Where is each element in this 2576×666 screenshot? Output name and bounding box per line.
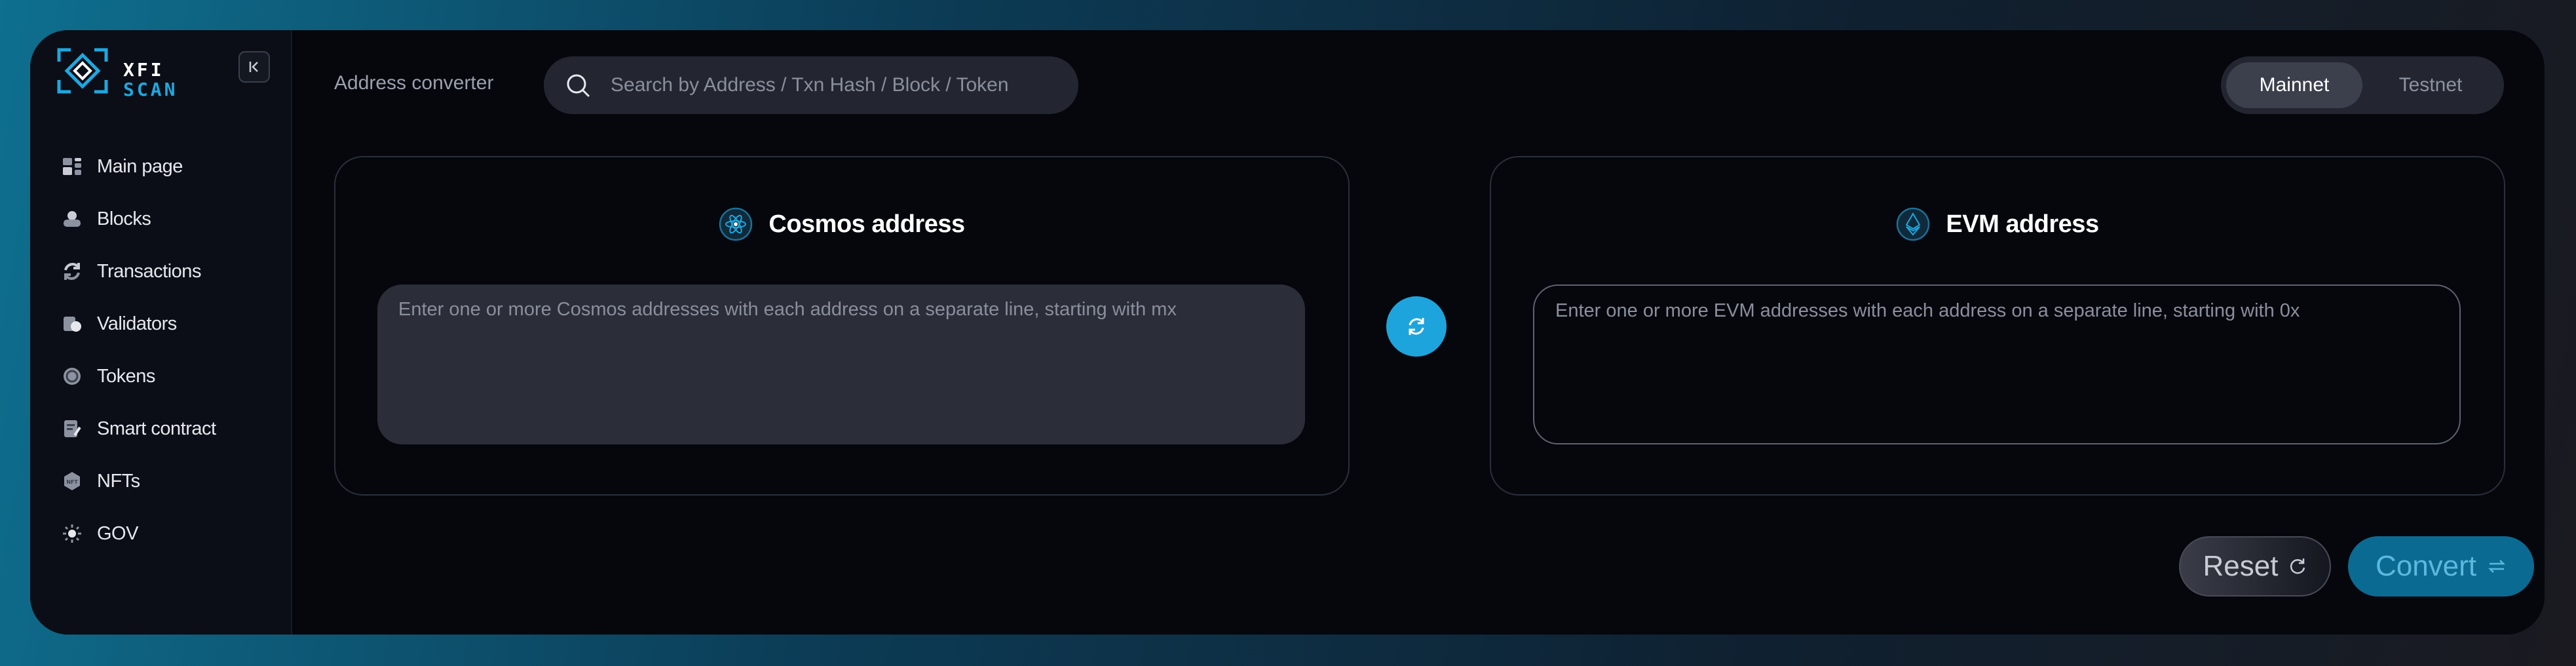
network-toggle: Mainnet Testnet — [2221, 56, 2504, 114]
cosmos-panel-header: Cosmos address — [335, 207, 1348, 241]
reset-button-label: Reset — [2203, 550, 2279, 582]
evm-panel-header: EVM address — [1491, 207, 2504, 241]
convert-button[interactable]: Convert — [2348, 536, 2534, 597]
sidebar-item-transactions[interactable]: Transactions — [62, 245, 216, 298]
sidebar-item-nfts[interactable]: NFT NFTs — [62, 455, 216, 507]
sidebar-item-label: GOV — [97, 522, 138, 544]
svg-text:NFT: NFT — [66, 479, 78, 485]
sidebar-item-label: Validators — [97, 313, 177, 334]
sidebar-item-label: NFTs — [97, 470, 140, 492]
app-window: XFI SCAN Main page Blocks Transactions V… — [30, 30, 2545, 635]
search-input[interactable] — [611, 74, 1078, 96]
transactions-icon — [62, 261, 83, 282]
sidebar-item-gov[interactable]: GOV — [62, 507, 216, 560]
main-content: Address converter Mainnet Testnet — [292, 30, 2545, 635]
xfi-logo-icon — [57, 48, 108, 94]
blocks-icon — [62, 208, 83, 229]
logo[interactable]: XFI SCAN — [50, 45, 175, 100]
sidebar-item-blocks[interactable]: Blocks — [62, 193, 216, 245]
refresh-icon — [2290, 558, 2305, 574]
search-bar[interactable] — [544, 56, 1078, 114]
cosmos-address-input[interactable] — [377, 284, 1305, 444]
sidebar-item-label: Transactions — [97, 260, 201, 282]
page-title: Address converter — [334, 72, 494, 94]
search-icon — [567, 74, 590, 98]
sidebar-item-main-page[interactable]: Main page — [62, 140, 216, 193]
swap-direction-button[interactable] — [1386, 296, 1447, 357]
logo-line-2: SCAN — [123, 79, 178, 100]
sidebar-nav: Main page Blocks Transactions Validators — [62, 140, 216, 560]
cosmos-panel-title: Cosmos address — [768, 210, 965, 238]
gov-icon — [62, 523, 83, 544]
sidebar-item-label: Blocks — [97, 208, 151, 229]
tokens-icon — [62, 366, 83, 387]
sidebar-item-label: Tokens — [97, 365, 155, 387]
convert-arrows-icon — [2488, 560, 2506, 573]
evm-address-input[interactable] — [1533, 284, 2461, 444]
sidebar-item-label: Main page — [97, 155, 183, 177]
dashboard-icon — [62, 156, 83, 177]
sidebar-item-validators[interactable]: Validators — [62, 298, 216, 350]
cosmos-icon — [719, 207, 753, 241]
sidebar: XFI SCAN Main page Blocks Transactions V… — [30, 30, 292, 635]
reset-button[interactable]: Reset — [2179, 536, 2331, 597]
nft-icon: NFT — [62, 471, 83, 492]
evm-panel-title: EVM address — [1946, 210, 2099, 238]
evm-address-panel: EVM address — [1490, 156, 2505, 496]
network-option-mainnet[interactable]: Mainnet — [2226, 62, 2362, 108]
validators-icon — [62, 313, 83, 334]
collapse-left-icon — [249, 62, 258, 72]
collapse-sidebar-button[interactable] — [238, 51, 270, 83]
sidebar-item-label: Smart contract — [97, 418, 216, 439]
cosmos-address-panel: Cosmos address — [334, 156, 1350, 496]
convert-button-label: Convert — [2375, 550, 2477, 582]
sidebar-item-tokens[interactable]: Tokens — [62, 350, 216, 402]
smart-contract-icon — [62, 418, 83, 439]
swap-icon — [1409, 318, 1424, 335]
network-option-testnet[interactable]: Testnet — [2362, 62, 2499, 108]
sidebar-item-smart-contract[interactable]: Smart contract — [62, 402, 216, 455]
ethereum-icon — [1897, 207, 1930, 241]
logo-line-1: XFI — [123, 59, 164, 81]
logo-text: XFI SCAN — [123, 60, 178, 100]
